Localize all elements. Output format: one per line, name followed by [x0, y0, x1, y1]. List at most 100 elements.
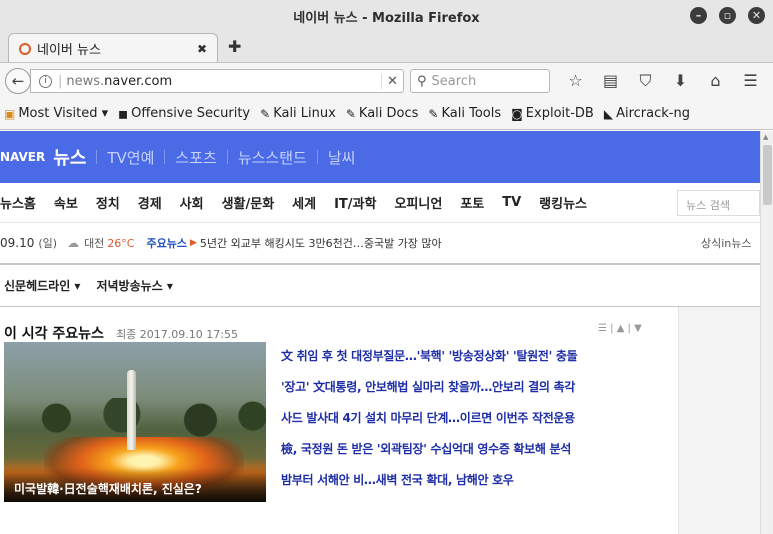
nav-ranking[interactable]: 랭킹뉴스: [539, 193, 587, 212]
news-section-title[interactable]: 뉴스: [53, 144, 86, 170]
bookmark-most-visited[interactable]: ▣ Most Visited ▾: [4, 106, 108, 121]
header-link-newsstand[interactable]: 뉴스스탠드: [238, 147, 307, 168]
reader-icon[interactable]: ▤: [593, 71, 628, 91]
ticker-date: 09.10: [0, 236, 35, 250]
search-icon: ⚲: [417, 73, 427, 89]
exploitdb-icon: ◙: [511, 106, 523, 121]
bookmark-label: Kali Linux: [273, 106, 336, 121]
navigation-toolbar: i | news.naver.com ✕ ← ⚲ Search ☆ ▤ ⛉ ⬇ …: [0, 62, 773, 98]
clear-url-icon[interactable]: ✕: [381, 73, 403, 89]
nav-it-science[interactable]: IT/과학: [334, 193, 376, 212]
tab-close-icon[interactable]: ✖: [197, 42, 207, 56]
bookmark-offensive-security[interactable]: ◼ Offensive Security: [118, 106, 250, 121]
minimize-icon[interactable]: –: [690, 7, 707, 24]
window-titlebar: 네이버 뉴스 - Mozilla Firefox – ▫ ✕: [0, 0, 773, 32]
bookmark-label: Aircrack-ng: [616, 106, 690, 121]
header-divider: [316, 150, 318, 164]
photo-rocket: [127, 370, 136, 450]
kali-icon: ✎: [345, 106, 356, 121]
aircrack-icon: ◣: [603, 106, 614, 121]
nav-opinion[interactable]: 오피니언: [394, 193, 442, 212]
scroll-up-icon[interactable]: ▲: [763, 133, 768, 141]
headline-item[interactable]: 사드 발사대 4기 설치 마무리 단계…이르면 이번주 작전운용: [281, 410, 671, 441]
headline-item[interactable]: 文 취임 후 첫 대정부질문…'북핵' '방송정상화' '탈원전' 충돌: [281, 348, 671, 379]
info-icon[interactable]: i: [39, 74, 52, 88]
headline-item[interactable]: 檢, 국정원 돈 받은 '외곽팀장' 수십억대 영수증 확보해 분석: [281, 441, 671, 472]
tab-strip: 네이버 뉴스 ✖ ✚: [0, 32, 773, 63]
offsec-icon: ◼: [118, 106, 129, 121]
search-placeholder: Search: [431, 73, 477, 89]
maximize-icon[interactable]: ▫: [719, 7, 736, 24]
nav-economy[interactable]: 경제: [138, 193, 162, 212]
url-bar[interactable]: i | news.naver.com ✕: [30, 69, 404, 93]
weather-temp: 26°C: [107, 236, 135, 250]
news-search-input[interactable]: 뉴스 검색: [677, 190, 760, 216]
nav-society[interactable]: 사회: [180, 193, 204, 212]
nav-tv[interactable]: TV: [502, 195, 521, 210]
naver-logo[interactable]: NAVER: [0, 150, 45, 164]
evening-broadcast-dropdown[interactable]: 저녁방송뉴스 ▾: [96, 277, 172, 294]
bookmark-aircrack-ng[interactable]: ◣ Aircrack-ng: [604, 106, 690, 121]
pocket-icon[interactable]: ⛉: [628, 71, 663, 91]
header-link-sports[interactable]: 스포츠: [175, 147, 216, 168]
nav-life-culture[interactable]: 생활/문화: [222, 193, 275, 212]
header-divider: [226, 150, 228, 164]
bookmark-label: Kali Docs: [358, 106, 419, 121]
download-icon[interactable]: ⬇: [663, 71, 698, 91]
nav-news-home[interactable]: 뉴스홈: [0, 193, 36, 212]
bookmark-kali-docs[interactable]: ✎ Kali Docs: [346, 106, 419, 121]
bookmark-kali-tools[interactable]: ✎ Kali Tools: [428, 106, 501, 121]
tab-naver-news[interactable]: 네이버 뉴스 ✖: [8, 33, 218, 63]
headline-list: 文 취임 후 첫 대정부질문…'북핵' '방송정상화' '탈원전' 충돌 '장고…: [281, 348, 671, 503]
ticker-weekday: (일): [38, 237, 58, 250]
arrow-right-icon: ▶: [189, 238, 197, 248]
bookmark-label: Most Visited ▾: [18, 106, 109, 121]
nav-photo[interactable]: 포토: [460, 193, 484, 212]
header-link-weather[interactable]: 날씨: [328, 147, 356, 168]
ticker-headline[interactable]: 5년간 외교부 해킹시도 3만6천건…중국발 가장 많아: [200, 235, 442, 251]
bookmark-label: Kali Tools: [441, 106, 502, 121]
nav-world[interactable]: 세계: [292, 193, 316, 212]
close-window-icon[interactable]: ✕: [748, 7, 765, 24]
naver-favicon-icon: [19, 42, 31, 55]
headline-item[interactable]: 밤부터 서해안 비…새벽 전국 확대, 남해안 호우: [281, 472, 671, 503]
home-icon[interactable]: ⌂: [698, 71, 733, 91]
news-ticker: 09.10 (일) ☁ 대전 26°C 주요뉴스 ▶ 5년간 외교부 해킹시도 …: [0, 223, 760, 265]
weather-city[interactable]: 대전: [84, 235, 104, 251]
bookmark-kali-linux[interactable]: ✎ Kali Linux: [260, 106, 336, 121]
header-divider: [96, 150, 98, 164]
toolbar-icons: ☆ ▤ ⛉ ⬇ ⌂ ☰: [558, 71, 768, 91]
kali-icon: ✎: [260, 106, 271, 121]
photo-caption[interactable]: 미국발韓·日전술핵재배치론, 진실은?: [4, 468, 266, 502]
common-sense-news-link[interactable]: 상식in뉴스: [701, 235, 752, 251]
section-controls[interactable]: ☰ | ▲ | ▼: [598, 323, 642, 334]
headline-photo[interactable]: 미국발韓·日전술핵재배치론, 진실은?: [4, 342, 266, 502]
newspaper-headlines-dropdown[interactable]: 신문헤드라인 ▾: [4, 277, 80, 294]
header-divider: [164, 150, 166, 164]
star-icon[interactable]: ☆: [558, 71, 593, 91]
url-text[interactable]: news.naver.com: [66, 74, 381, 89]
naver-header: NAVER 뉴스 TV연예 스포츠 뉴스스탠드 날씨: [0, 131, 760, 183]
bookmark-label: Offensive Security: [131, 106, 251, 121]
cloud-icon: ☁: [67, 236, 80, 250]
new-tab-icon[interactable]: ✚: [228, 37, 241, 56]
search-input[interactable]: ⚲ Search: [410, 69, 550, 93]
url-host-prefix: news.: [66, 73, 105, 89]
tab-label: 네이버 뉴스: [37, 43, 101, 58]
bookmarks-toolbar: ▣ Most Visited ▾ ◼ Offensive Security ✎ Kal…: [0, 98, 773, 130]
main-news-label[interactable]: 주요뉴스: [147, 235, 187, 251]
nav-politics[interactable]: 정치: [96, 193, 120, 212]
kali-icon: ✎: [428, 106, 439, 121]
url-separator: |: [58, 73, 63, 89]
back-button[interactable]: ←: [5, 68, 31, 94]
header-link-tv[interactable]: TV연예: [107, 147, 154, 168]
nav-breaking[interactable]: 속보: [54, 193, 78, 212]
bookmark-label: Exploit-DB: [525, 106, 594, 121]
scrollbar-thumb[interactable]: [763, 145, 772, 205]
page-scrollbar[interactable]: ▲: [760, 131, 773, 534]
bookmark-exploit-db[interactable]: ◙ Exploit-DB: [511, 106, 594, 121]
section-header: 이 시각 주요뉴스 최종 2017.09.10 17:55: [0, 323, 675, 343]
menu-icon[interactable]: ☰: [733, 71, 768, 91]
headline-item[interactable]: '장고' 文대통령, 안보해법 실마리 찾을까…안보리 결의 촉각: [281, 379, 671, 410]
right-sidebar: [678, 307, 760, 534]
